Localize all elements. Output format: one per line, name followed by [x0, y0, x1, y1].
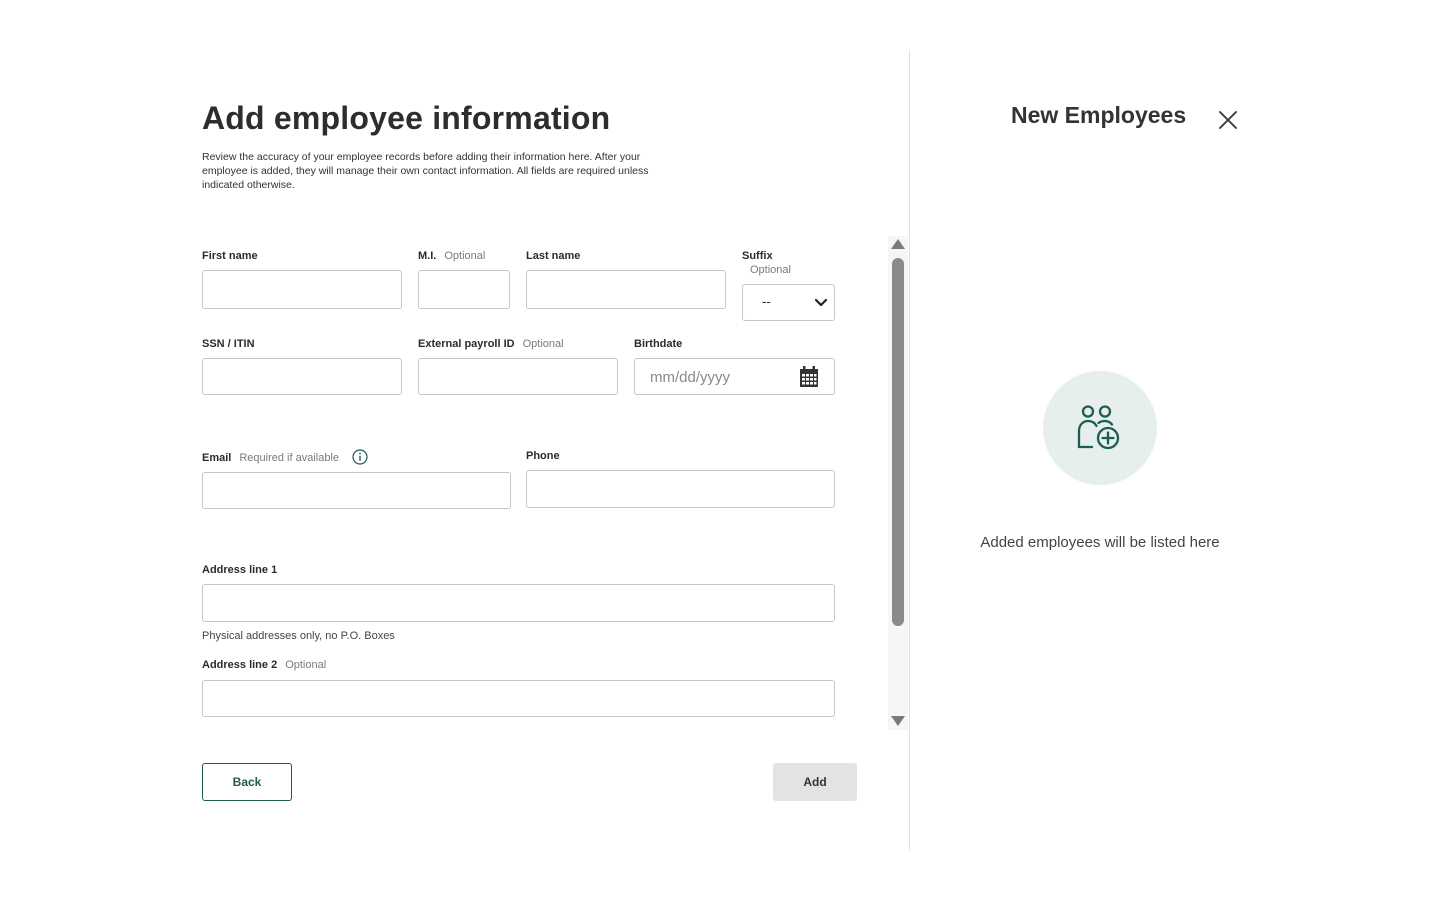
empty-state-circle: [1043, 371, 1157, 485]
address1-input[interactable]: [202, 584, 835, 622]
add-people-icon: [1077, 405, 1120, 450]
email-input[interactable]: [202, 472, 511, 509]
external-id-optional-tag: Optional: [522, 338, 564, 350]
phone-label: Phone: [526, 450, 560, 462]
mi-label: M.I. Optional: [418, 250, 486, 262]
empty-state-text: Added employees will be listed here: [980, 534, 1220, 551]
scroll-down-arrow-icon[interactable]: [891, 716, 905, 726]
suffix-optional-tag: Optional: [750, 264, 791, 276]
intro-text: Review the accuracy of your employee rec…: [202, 151, 649, 191]
address2-label: Address line 2 Optional: [202, 659, 327, 671]
external-id-label: External payroll ID Optional: [418, 338, 564, 350]
first-name-label: First name: [202, 250, 258, 262]
page-title: Add employee information: [202, 100, 611, 136]
scroll-up-arrow-icon[interactable]: [891, 239, 905, 249]
info-icon[interactable]: [352, 449, 368, 465]
last-name-input[interactable]: [526, 270, 726, 309]
birthdate-label: Birthdate: [634, 338, 683, 350]
new-employees-title: New Employees: [1011, 102, 1187, 128]
mi-input[interactable]: [418, 270, 510, 309]
birthdate-placeholder: mm/dd/yyyy: [650, 369, 731, 386]
ssn-label: SSN / ITIN: [202, 338, 255, 350]
first-name-input[interactable]: [202, 270, 402, 309]
phone-input[interactable]: [526, 470, 835, 508]
birthdate-input[interactable]: mm/dd/yyyy: [634, 358, 835, 395]
address2-input[interactable]: [202, 680, 835, 717]
mi-optional-tag: Optional: [444, 250, 486, 262]
address2-optional-tag: Optional: [285, 659, 327, 671]
suffix-select-value: --: [762, 294, 771, 309]
ssn-input[interactable]: [202, 358, 402, 395]
add-button[interactable]: Add: [773, 763, 857, 801]
last-name-label: Last name: [526, 250, 581, 262]
address1-hint: Physical addresses only, no P.O. Boxes: [202, 630, 395, 642]
panel-divider: [909, 50, 910, 850]
back-button[interactable]: Back: [202, 763, 292, 801]
close-icon[interactable]: [1218, 110, 1238, 130]
suffix-select[interactable]: --: [742, 284, 835, 321]
address1-label: Address line 1: [202, 564, 278, 576]
chevron-down-icon: [814, 298, 828, 307]
external-id-input[interactable]: [418, 358, 618, 395]
email-note: Required if available: [239, 451, 340, 464]
scrollbar-thumb[interactable]: [892, 258, 904, 626]
suffix-label: Suffix: [742, 250, 773, 262]
email-label: Email Required if available: [202, 449, 368, 466]
calendar-icon[interactable]: [799, 366, 819, 388]
